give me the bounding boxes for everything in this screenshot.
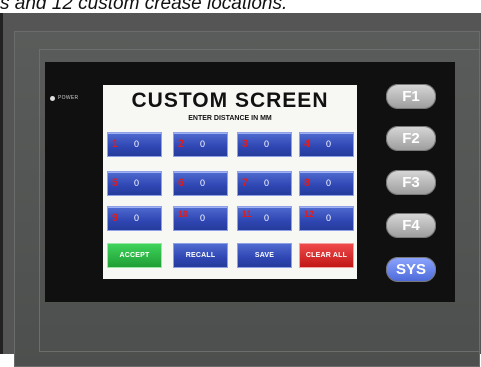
crease-value: 0: [134, 139, 140, 149]
crease-number: 4: [304, 138, 311, 150]
crease-button-8[interactable]: 8 0: [299, 171, 354, 196]
crease-button-6[interactable]: 6 0: [173, 171, 228, 196]
crease-number: 11: [242, 209, 252, 219]
crease-button-9[interactable]: 9 0: [107, 206, 162, 231]
power-indicator: POWER: [50, 95, 78, 101]
crease-number: 6: [178, 177, 185, 189]
crease-number: 9: [112, 212, 119, 224]
crease-button-4[interactable]: 4 0: [299, 132, 354, 157]
crease-button-11[interactable]: 11 0: [237, 206, 292, 231]
crease-number: 1: [112, 138, 119, 150]
sys-key[interactable]: SYS: [386, 257, 436, 282]
crease-number: 10: [178, 209, 189, 219]
crease-value: 0: [326, 213, 332, 223]
f3-key[interactable]: F3: [386, 170, 436, 195]
crease-button-1[interactable]: 1 0: [107, 132, 162, 157]
crease-value: 0: [264, 213, 270, 223]
crease-button-10[interactable]: 10 0: [173, 206, 228, 231]
crease-value: 0: [134, 213, 140, 223]
crease-value: 0: [200, 213, 206, 223]
crease-value: 0: [134, 178, 140, 188]
crease-number: 2: [178, 138, 185, 150]
f2-key[interactable]: F2: [386, 126, 436, 151]
crease-number: 7: [242, 177, 249, 189]
f4-key[interactable]: F4: [386, 213, 436, 238]
save-button[interactable]: SAVE: [237, 243, 292, 268]
f1-key[interactable]: F1: [386, 84, 436, 109]
crease-value: 0: [200, 139, 206, 149]
crease-button-5[interactable]: 5 0: [107, 171, 162, 196]
crease-value: 0: [326, 178, 332, 188]
power-led-icon: [50, 95, 55, 101]
crease-button-2[interactable]: 2 0: [173, 132, 228, 157]
crease-button-12[interactable]: 12 0: [299, 206, 354, 231]
screen-subtitle: ENTER DISTANCE IN MM: [188, 115, 272, 122]
crease-button-3[interactable]: 3 0: [237, 132, 292, 157]
screen-title: CUSTOM SCREEN: [131, 89, 329, 112]
crease-number: 8: [304, 177, 311, 189]
crease-number: 5: [112, 177, 119, 189]
crease-number: 12: [304, 209, 315, 219]
crease-value: 0: [264, 139, 270, 149]
touch-screen: CUSTOM SCREEN ENTER DISTANCE IN MM 1 0 2…: [103, 85, 357, 279]
crease-value: 0: [200, 178, 206, 188]
accept-button[interactable]: ACCEPT: [107, 243, 162, 268]
clear-all-button[interactable]: CLEAR ALL: [299, 243, 354, 268]
crease-button-7[interactable]: 7 0: [237, 171, 292, 196]
recall-button[interactable]: RECALL: [173, 243, 228, 268]
crease-value: 0: [264, 178, 270, 188]
power-label: POWER: [58, 95, 79, 101]
crease-number: 3: [242, 138, 249, 150]
crease-value: 0: [326, 139, 332, 149]
